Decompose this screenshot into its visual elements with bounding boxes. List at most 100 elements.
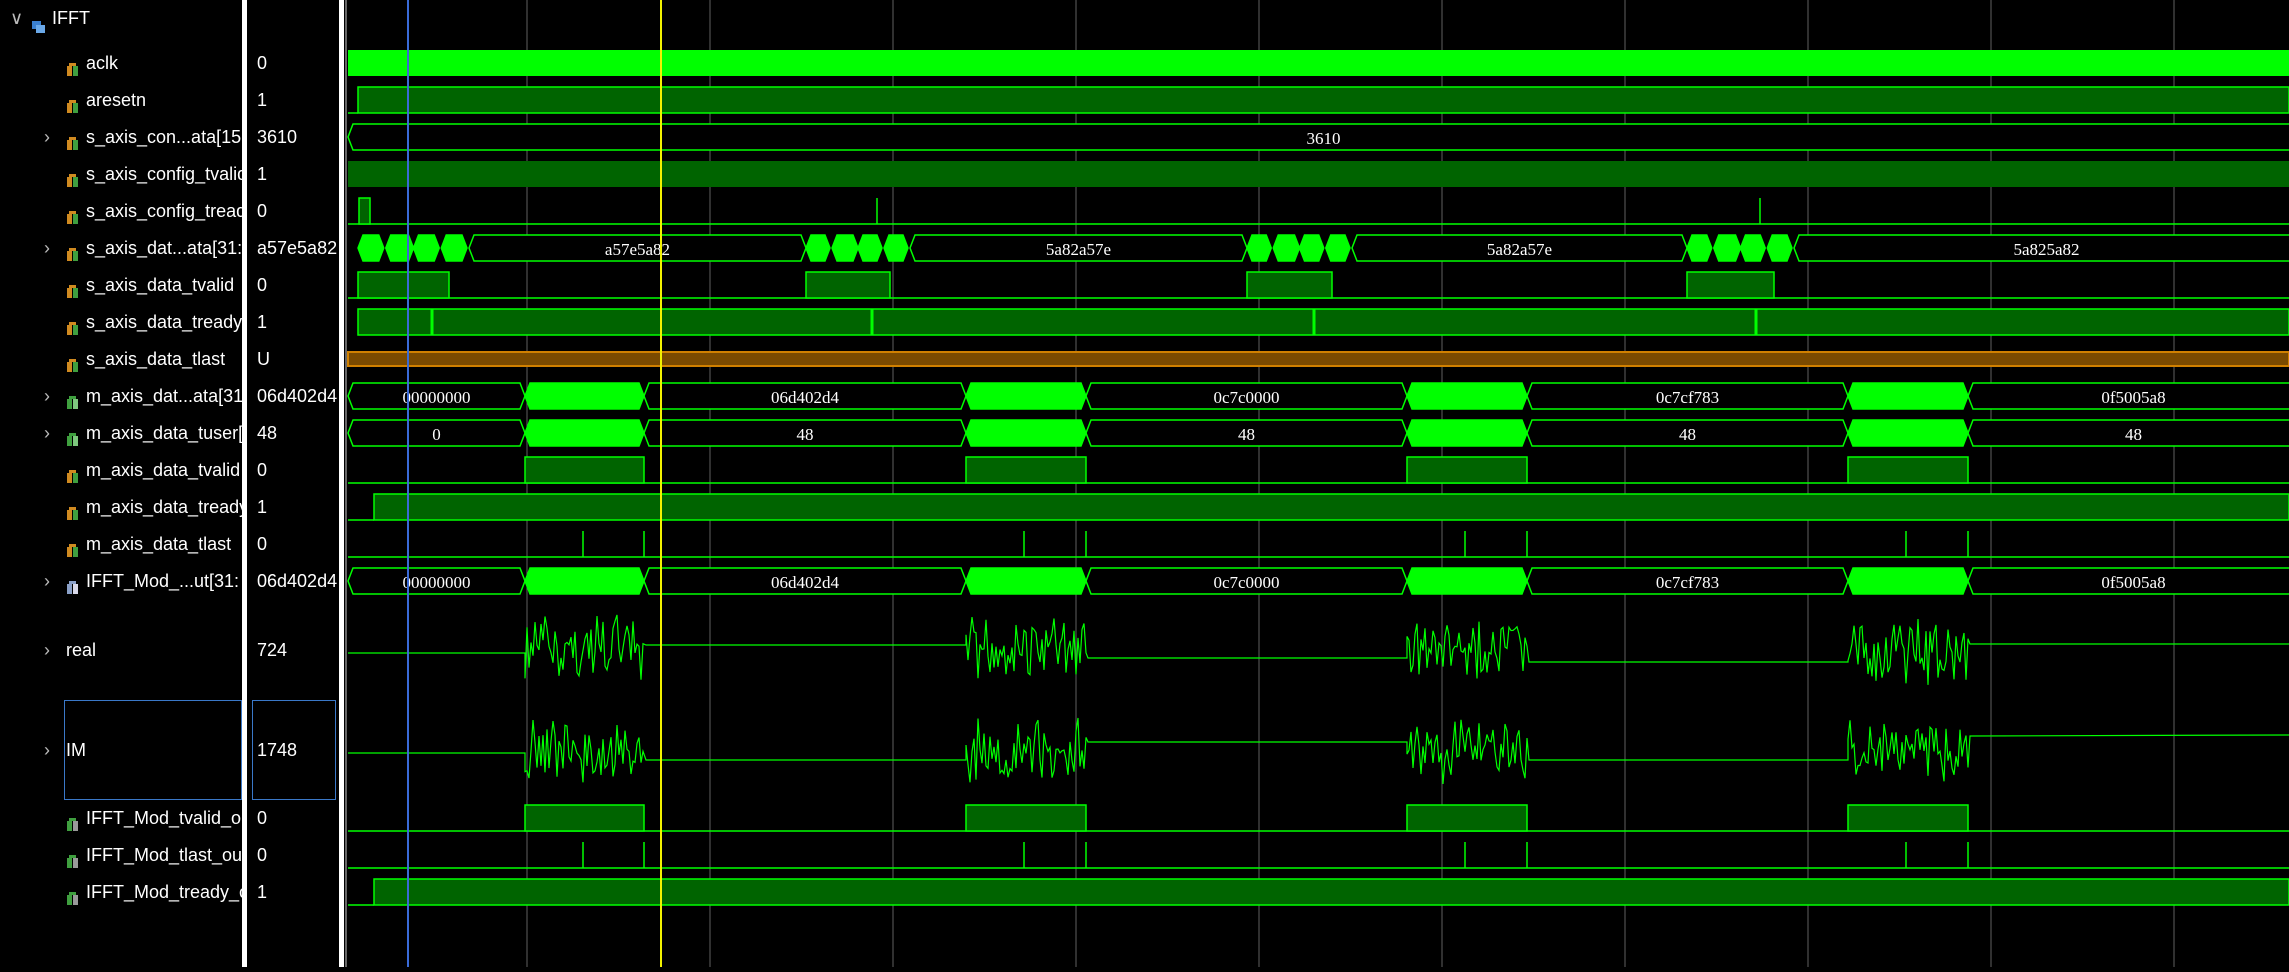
bit-high-segment	[965, 456, 1087, 484]
bus-dense-segment	[1847, 382, 1969, 410]
chevron-right-icon[interactable]: ›	[44, 233, 50, 263]
bus-value-label: 0f5005a8	[2101, 573, 2165, 592]
signal-name: s_axis_con...ata[15	[86, 127, 242, 147]
signal-row[interactable]: s_axis_data_tready	[0, 307, 242, 337]
input-bit-icon	[66, 278, 80, 298]
bit-high-segment	[1406, 804, 1528, 832]
signal-name: aresetn	[86, 90, 147, 110]
bit-high-segment	[805, 271, 891, 299]
bit-high-segment	[524, 456, 645, 484]
signal-name: m_axis_data_tlast	[86, 534, 232, 554]
signal-value: 06d402d4	[257, 386, 338, 406]
input-bit-icon	[66, 93, 80, 113]
signal-row[interactable]: › s_axis_dat...ata[31:	[0, 233, 242, 263]
signal-row[interactable]: aresetn	[0, 85, 242, 115]
chevron-right-icon[interactable]: ›	[44, 635, 50, 665]
bus-value-label: 0c7cf783	[1656, 388, 1719, 407]
signal-row[interactable]: m_axis_data_tready	[0, 492, 242, 522]
signal-row[interactable]: IFFT_Mod_tready_o	[0, 877, 242, 907]
bus-value-label: 48	[2125, 425, 2142, 444]
bit-high-segment	[1847, 456, 1969, 484]
signal-value-pane: 0 1 3610 1 0 a57e5a82 0 1 U 06d402d4 48 0 1 0 06d402d4…	[247, 0, 339, 967]
bus-value-label: 0c7cf783	[1656, 573, 1719, 592]
signal-name: s_axis_data_tready	[86, 312, 242, 332]
bus-dense-segment	[965, 382, 1087, 410]
signal-name: s_axis_dat...ata[31:	[86, 238, 242, 258]
signal-row[interactable]: s_axis_data_tvalid	[0, 270, 242, 300]
bit-high-segment	[1246, 271, 1333, 299]
bus-value-label: 5a82a57e	[1046, 240, 1111, 259]
signal-value: 3610	[257, 127, 298, 147]
chevron-right-icon[interactable]: ›	[44, 122, 50, 152]
waveform-canvas[interactable]: 3610a57e5a82 5a82a57e 5a82a57e 5a825a820000…	[344, 0, 2289, 967]
input-bit-icon	[66, 315, 80, 335]
signal-value: U	[257, 349, 270, 369]
internal-bit-icon	[66, 848, 80, 868]
signal-row[interactable]: aclk	[0, 48, 242, 78]
signal-row[interactable]: IFFT_Mod_tvalid_ou	[0, 803, 242, 833]
signal-name: m_axis_dat...ata[31:	[86, 386, 242, 406]
signal-value: 48	[257, 423, 278, 443]
signal-name-pane: ∨ IFFT aclk aresetn › s_axis_con...ata[15 s_…	[0, 0, 242, 967]
undefined-wave	[347, 351, 2289, 367]
input-bit-icon	[66, 500, 80, 520]
signal-row[interactable]: › s_axis_con...ata[15	[0, 122, 242, 152]
bus-value-label: 00000000	[403, 388, 471, 407]
bus-dense-segment	[1847, 419, 1969, 447]
chevron-right-icon[interactable]: ›	[44, 381, 50, 411]
waveform-viewer[interactable]: 3610 a57e5a82 5a82a57e 5a82a57e 5a825a82 0000…	[344, 0, 2289, 967]
bus-dense-segment	[965, 419, 1087, 447]
bus-dense-segment	[857, 234, 883, 262]
signal-row[interactable]: s_axis_config_tvalid	[0, 159, 242, 189]
signal-value: 0	[257, 534, 268, 554]
internal-bit-icon	[66, 811, 80, 831]
signal-row[interactable]: › IFFT_Mod_...ut[31:	[0, 566, 242, 596]
chevron-right-icon[interactable]: ›	[44, 566, 50, 596]
signal-value: 1	[257, 882, 268, 902]
bus-value-label: 3610	[1307, 129, 1341, 148]
bus-value-label: 06d402d4	[771, 388, 840, 407]
bit-high-segment	[358, 197, 371, 225]
signal-row[interactable]: s_axis_data_tlast	[0, 344, 242, 374]
input-bus-icon	[66, 241, 80, 261]
signal-name: IFFT_Mod_tlast_out	[86, 845, 242, 865]
bit-high-segment	[348, 161, 2289, 187]
bus-dense-segment	[1406, 567, 1528, 595]
chevron-right-icon[interactable]: ›	[44, 418, 50, 448]
clock-wave	[348, 50, 2289, 76]
signal-row[interactable]: › real	[0, 635, 242, 665]
signal-row[interactable]: m_axis_data_tlast	[0, 529, 242, 559]
signal-row[interactable]: › m_axis_dat...ata[31:	[0, 381, 242, 411]
signal-name: m_axis_data_tuser[	[86, 423, 242, 443]
bus-value-label: 5a825a82	[2013, 240, 2079, 259]
signal-value: 06d402d4	[257, 571, 338, 591]
signal-name: m_axis_data_tready	[86, 497, 242, 517]
bus-dense-segment	[1298, 234, 1325, 262]
signal-row[interactable]: IFFT_Mod_tlast_out	[0, 840, 242, 870]
bit-high-segment	[524, 804, 645, 832]
signal-value: 0	[257, 808, 268, 828]
group-row-ifft[interactable]: ∨ IFFT	[0, 3, 242, 33]
chevron-right-icon[interactable]: ›	[44, 735, 50, 765]
input-bit-icon	[66, 352, 80, 372]
signal-value: 1	[257, 164, 268, 184]
input-bus-icon	[66, 130, 80, 150]
chevron-down-icon[interactable]: ∨	[10, 3, 23, 33]
signal-name: real	[66, 640, 97, 660]
bus-dense-segment	[524, 419, 645, 447]
bus-dense-segment	[965, 567, 1087, 595]
signal-name: s_axis_config_tvalid	[86, 164, 242, 184]
bus-dense-segment	[524, 382, 645, 410]
signal-row[interactable]: › m_axis_data_tuser[	[0, 418, 242, 448]
bus-dense-segment	[831, 234, 859, 262]
signal-value: 1	[257, 90, 268, 110]
group-label: IFFT	[52, 8, 90, 28]
internal-bit-icon	[66, 885, 80, 905]
bit-high-segment	[1406, 456, 1528, 484]
signal-value: 724	[257, 640, 288, 660]
signal-row[interactable]: s_axis_config_tready	[0, 196, 242, 226]
signal-row[interactable]: m_axis_data_tvalid	[0, 455, 242, 485]
bus-dense-segment	[1272, 234, 1301, 262]
bus-value-label: 0f5005a8	[2101, 388, 2165, 407]
bus-dense-segment	[805, 234, 831, 262]
